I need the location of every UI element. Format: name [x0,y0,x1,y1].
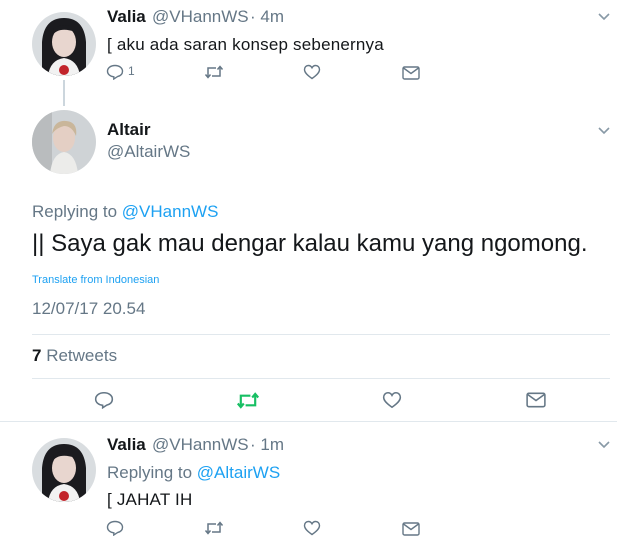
retweet-icon[interactable] [204,65,224,79]
retweet-icon[interactable] [236,392,260,409]
retweet-count: 7 [32,346,42,365]
author-handle[interactable]: @VHannWS [152,435,249,455]
tweet-time[interactable]: · 4m [250,7,284,27]
reply-count: 1 [128,64,135,78]
message-icon[interactable] [402,66,420,80]
replying-label: Replying to [107,463,193,482]
replying-to: Replying to @AltairWS [107,463,280,483]
message-icon[interactable] [402,522,420,536]
tweet-text: [ JAHAT IH [107,490,193,509]
chevron-down-icon[interactable] [597,12,611,22]
author-handle[interactable]: @VHannWS [152,7,249,27]
replying-handle-link[interactable]: @AltairWS [197,463,280,482]
like-icon[interactable] [303,520,321,536]
like-icon[interactable] [303,64,321,80]
reply-icon[interactable] [94,391,114,409]
tweet-text-large: || Saya gak mau dengar kalau kamu yang n… [32,230,588,257]
retweet-icon[interactable] [204,521,224,535]
author-name[interactable]: Valia [107,7,146,27]
tweet-text: [ aku ada saran konsep sebenernya [107,35,384,54]
translate-link[interactable]: Translate from Indonesian [32,274,159,286]
reply-icon[interactable] [106,64,124,80]
divider [32,334,610,335]
tweet-time[interactable]: · 1m [250,435,284,455]
thread-line [63,80,65,106]
retweet-label: Retweets [46,346,118,365]
replying-handle-link[interactable]: @VHannWS [122,202,219,221]
reply-icon[interactable] [106,520,124,536]
avatar-valia[interactable] [32,438,96,502]
author-name[interactable]: Altair [107,120,150,140]
tweet-timestamp[interactable]: 12/07/17 20.54 [32,299,145,319]
like-icon[interactable] [382,391,402,409]
chevron-down-icon[interactable] [597,440,611,450]
message-icon[interactable] [526,392,546,408]
retweet-stats[interactable]: 7 Retweets [32,346,117,366]
replying-to: Replying to @VHannWS [32,202,218,222]
divider [0,421,617,422]
divider [32,378,610,379]
author-handle[interactable]: @AltairWS [107,142,190,162]
chevron-down-icon[interactable] [597,126,611,136]
avatar-valia[interactable] [32,12,96,76]
replying-label: Replying to [32,202,118,221]
avatar-altair[interactable] [32,110,96,174]
author-name[interactable]: Valia [107,435,146,455]
